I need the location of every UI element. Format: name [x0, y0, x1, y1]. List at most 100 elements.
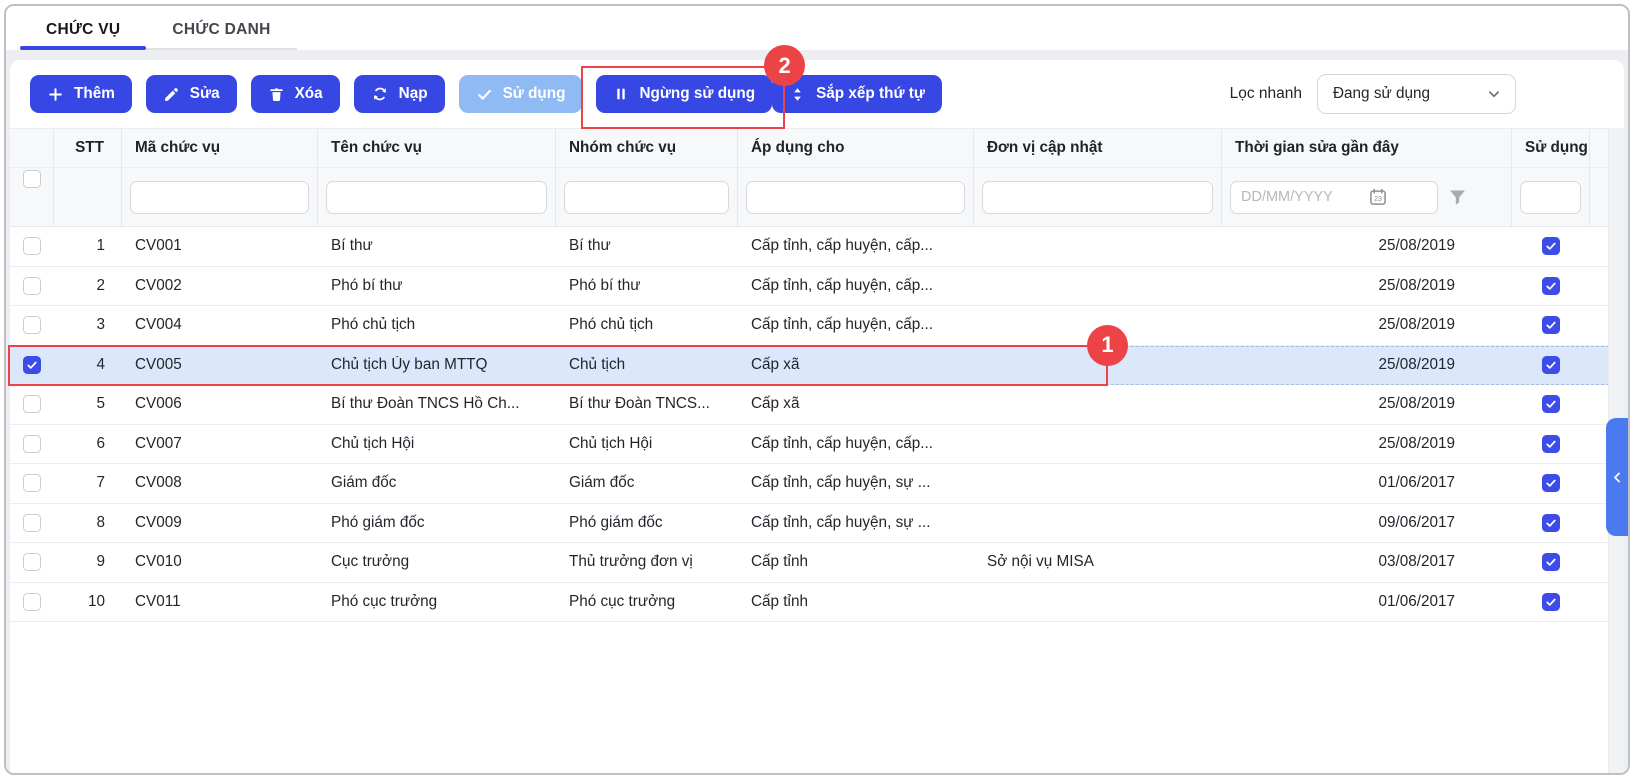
cell-in-use: [1512, 316, 1590, 334]
check-icon: [476, 86, 493, 103]
code-filter-input[interactable]: [130, 181, 309, 214]
row-select-cell: [10, 553, 54, 571]
row-select-cell: [10, 514, 54, 532]
in-use-checkbox[interactable]: [1542, 474, 1560, 492]
cell-updated-at: 25/08/2019: [1222, 356, 1512, 374]
in-use-checkbox[interactable]: [1542, 395, 1560, 413]
row-select-checkbox[interactable]: [23, 593, 41, 611]
row-select-checkbox[interactable]: [23, 514, 41, 532]
filter-updated-by-cell: [974, 168, 1222, 226]
quick-filter: Lọc nhanh Đang sử dụng: [1230, 74, 1516, 114]
row-select-checkbox[interactable]: [23, 237, 41, 255]
stop-using-button-label: Ngừng sử dụng: [639, 85, 755, 103]
row-select-checkbox[interactable]: [23, 277, 41, 295]
delete-button[interactable]: Xóa: [251, 75, 340, 113]
row-select-checkbox[interactable]: [23, 435, 41, 453]
header-in-use[interactable]: Sử dụng: [1512, 129, 1590, 167]
add-button[interactable]: Thêm: [30, 75, 132, 113]
cell-name: Chủ tịch Hội: [318, 435, 556, 453]
quick-filter-select[interactable]: Đang sử dụng: [1317, 74, 1516, 114]
calendar-icon[interactable]: 23: [1368, 187, 1388, 207]
row-select-cell: [10, 316, 54, 334]
annotation-badge-1: 1: [1087, 325, 1128, 366]
table-row[interactable]: 2 CV002 Phó bí thư Phó bí thư Cấp tỉnh, …: [10, 267, 1624, 307]
row-select-checkbox[interactable]: [23, 316, 41, 334]
row-select-checkbox[interactable]: [23, 553, 41, 571]
use-button[interactable]: Sử dụng: [459, 75, 583, 113]
header-group[interactable]: Nhóm chức vụ: [556, 129, 738, 167]
cell-stt: 8: [54, 514, 122, 532]
in-use-checkbox[interactable]: [1542, 237, 1560, 255]
header-code[interactable]: Mã chức vụ: [122, 129, 318, 167]
cell-stt: 2: [54, 277, 122, 295]
updated-by-filter-input[interactable]: [982, 181, 1213, 214]
group-filter-input[interactable]: [564, 181, 729, 214]
in-use-checkbox[interactable]: [1542, 514, 1560, 532]
collapse-panel-handle[interactable]: [1606, 418, 1628, 536]
in-use-checkbox[interactable]: [1542, 356, 1560, 374]
header-updated-by[interactable]: Đơn vị cập nhật: [974, 129, 1222, 167]
plus-icon: [47, 86, 64, 103]
in-use-checkbox[interactable]: [1542, 316, 1560, 334]
cell-stt: 6: [54, 435, 122, 453]
table-row[interactable]: 9 CV010 Cục trưởng Thủ trưởng đơn vị Cấp…: [10, 543, 1624, 583]
cell-apply-to: Cấp tỉnh, cấp huyện, cấp...: [738, 237, 974, 255]
cell-updated-at: 01/06/2017: [1222, 593, 1512, 611]
cell-name: Bí thư: [318, 237, 556, 255]
row-select-cell: [10, 474, 54, 492]
row-select-cell: [10, 356, 54, 374]
select-all-checkbox[interactable]: [23, 170, 41, 188]
cell-in-use: [1512, 237, 1590, 255]
table-row[interactable]: 4 CV005 Chủ tịch Ủy ban MTTQ Chủ tịch Cấ…: [10, 346, 1624, 386]
name-filter-input[interactable]: [326, 181, 547, 214]
apply-to-filter-input[interactable]: [746, 181, 965, 214]
cell-group: Chủ tịch: [556, 356, 738, 374]
table-row[interactable]: 10 CV011 Phó cục trưởng Phó cục trưởng C…: [10, 583, 1624, 623]
cell-in-use: [1512, 277, 1590, 295]
edit-button[interactable]: Sửa: [146, 75, 237, 113]
header-name[interactable]: Tên chức vụ: [318, 129, 556, 167]
in-use-checkbox[interactable]: [1542, 277, 1560, 295]
cell-stt: 4: [54, 356, 122, 374]
date-filter-input[interactable]: [1230, 181, 1438, 214]
cell-updated-by: Sở nội vụ MISA: [974, 553, 1222, 571]
tab-chuc-vu[interactable]: CHỨC VỤ: [20, 10, 146, 48]
table-row[interactable]: 1 CV001 Bí thư Bí thư Cấp tỉnh, cấp huyệ…: [10, 227, 1624, 267]
row-select-checkbox[interactable]: [23, 474, 41, 492]
in-use-filter-input[interactable]: [1520, 181, 1581, 214]
cell-apply-to: Cấp xã: [738, 356, 974, 374]
filter-code-cell: [122, 168, 318, 226]
cell-group: Giám đốc: [556, 474, 738, 492]
cell-code: CV004: [122, 316, 318, 334]
table-row[interactable]: 6 CV007 Chủ tịch Hội Chủ tịch Hội Cấp tỉ…: [10, 425, 1624, 465]
table-row[interactable]: 3 CV004 Phó chủ tịch Phó chủ tịch Cấp tỉ…: [10, 306, 1624, 346]
quick-filter-value: Đang sử dụng: [1333, 85, 1430, 103]
table-row[interactable]: 8 CV009 Phó giám đốc Phó giám đốc Cấp tỉ…: [10, 504, 1624, 544]
cell-updated-at: 09/06/2017: [1222, 514, 1512, 532]
header-apply-to[interactable]: Áp dụng cho: [738, 129, 974, 167]
row-select-checkbox[interactable]: [23, 395, 41, 413]
in-use-checkbox[interactable]: [1542, 593, 1560, 611]
cell-apply-to: Cấp tỉnh: [738, 593, 974, 611]
cell-group: Phó cục trưởng: [556, 593, 738, 611]
funnel-filter-icon[interactable]: [1447, 187, 1468, 208]
cell-updated-at: 01/06/2017: [1222, 474, 1512, 492]
in-use-checkbox[interactable]: [1542, 435, 1560, 453]
cell-apply-to: Cấp tỉnh, cấp huyện, sự ...: [738, 514, 974, 532]
cell-name: Bí thư Đoàn TNCS Hồ Ch...: [318, 395, 556, 413]
cell-updated-at: 25/08/2019: [1222, 435, 1512, 453]
header-updated-at[interactable]: Thời gian sửa gần đây: [1222, 129, 1512, 167]
header-stt[interactable]: STT: [54, 129, 122, 167]
filter-updated-at-cell: 23: [1222, 168, 1512, 226]
stop-using-button[interactable]: Ngừng sử dụng: [596, 75, 772, 113]
tab-chuc-danh[interactable]: CHỨC DANH: [146, 10, 296, 48]
pencil-icon: [163, 86, 180, 103]
row-select-checkbox[interactable]: [23, 356, 41, 374]
cell-in-use: [1512, 474, 1590, 492]
in-use-checkbox[interactable]: [1542, 553, 1560, 571]
reload-button[interactable]: Nạp: [354, 75, 445, 113]
table-row[interactable]: 7 CV008 Giám đốc Giám đốc Cấp tỉnh, cấp …: [10, 464, 1624, 504]
cell-code: CV009: [122, 514, 318, 532]
cell-code: CV005: [122, 356, 318, 374]
table-row[interactable]: 5 CV006 Bí thư Đoàn TNCS Hồ Ch... Bí thư…: [10, 385, 1624, 425]
